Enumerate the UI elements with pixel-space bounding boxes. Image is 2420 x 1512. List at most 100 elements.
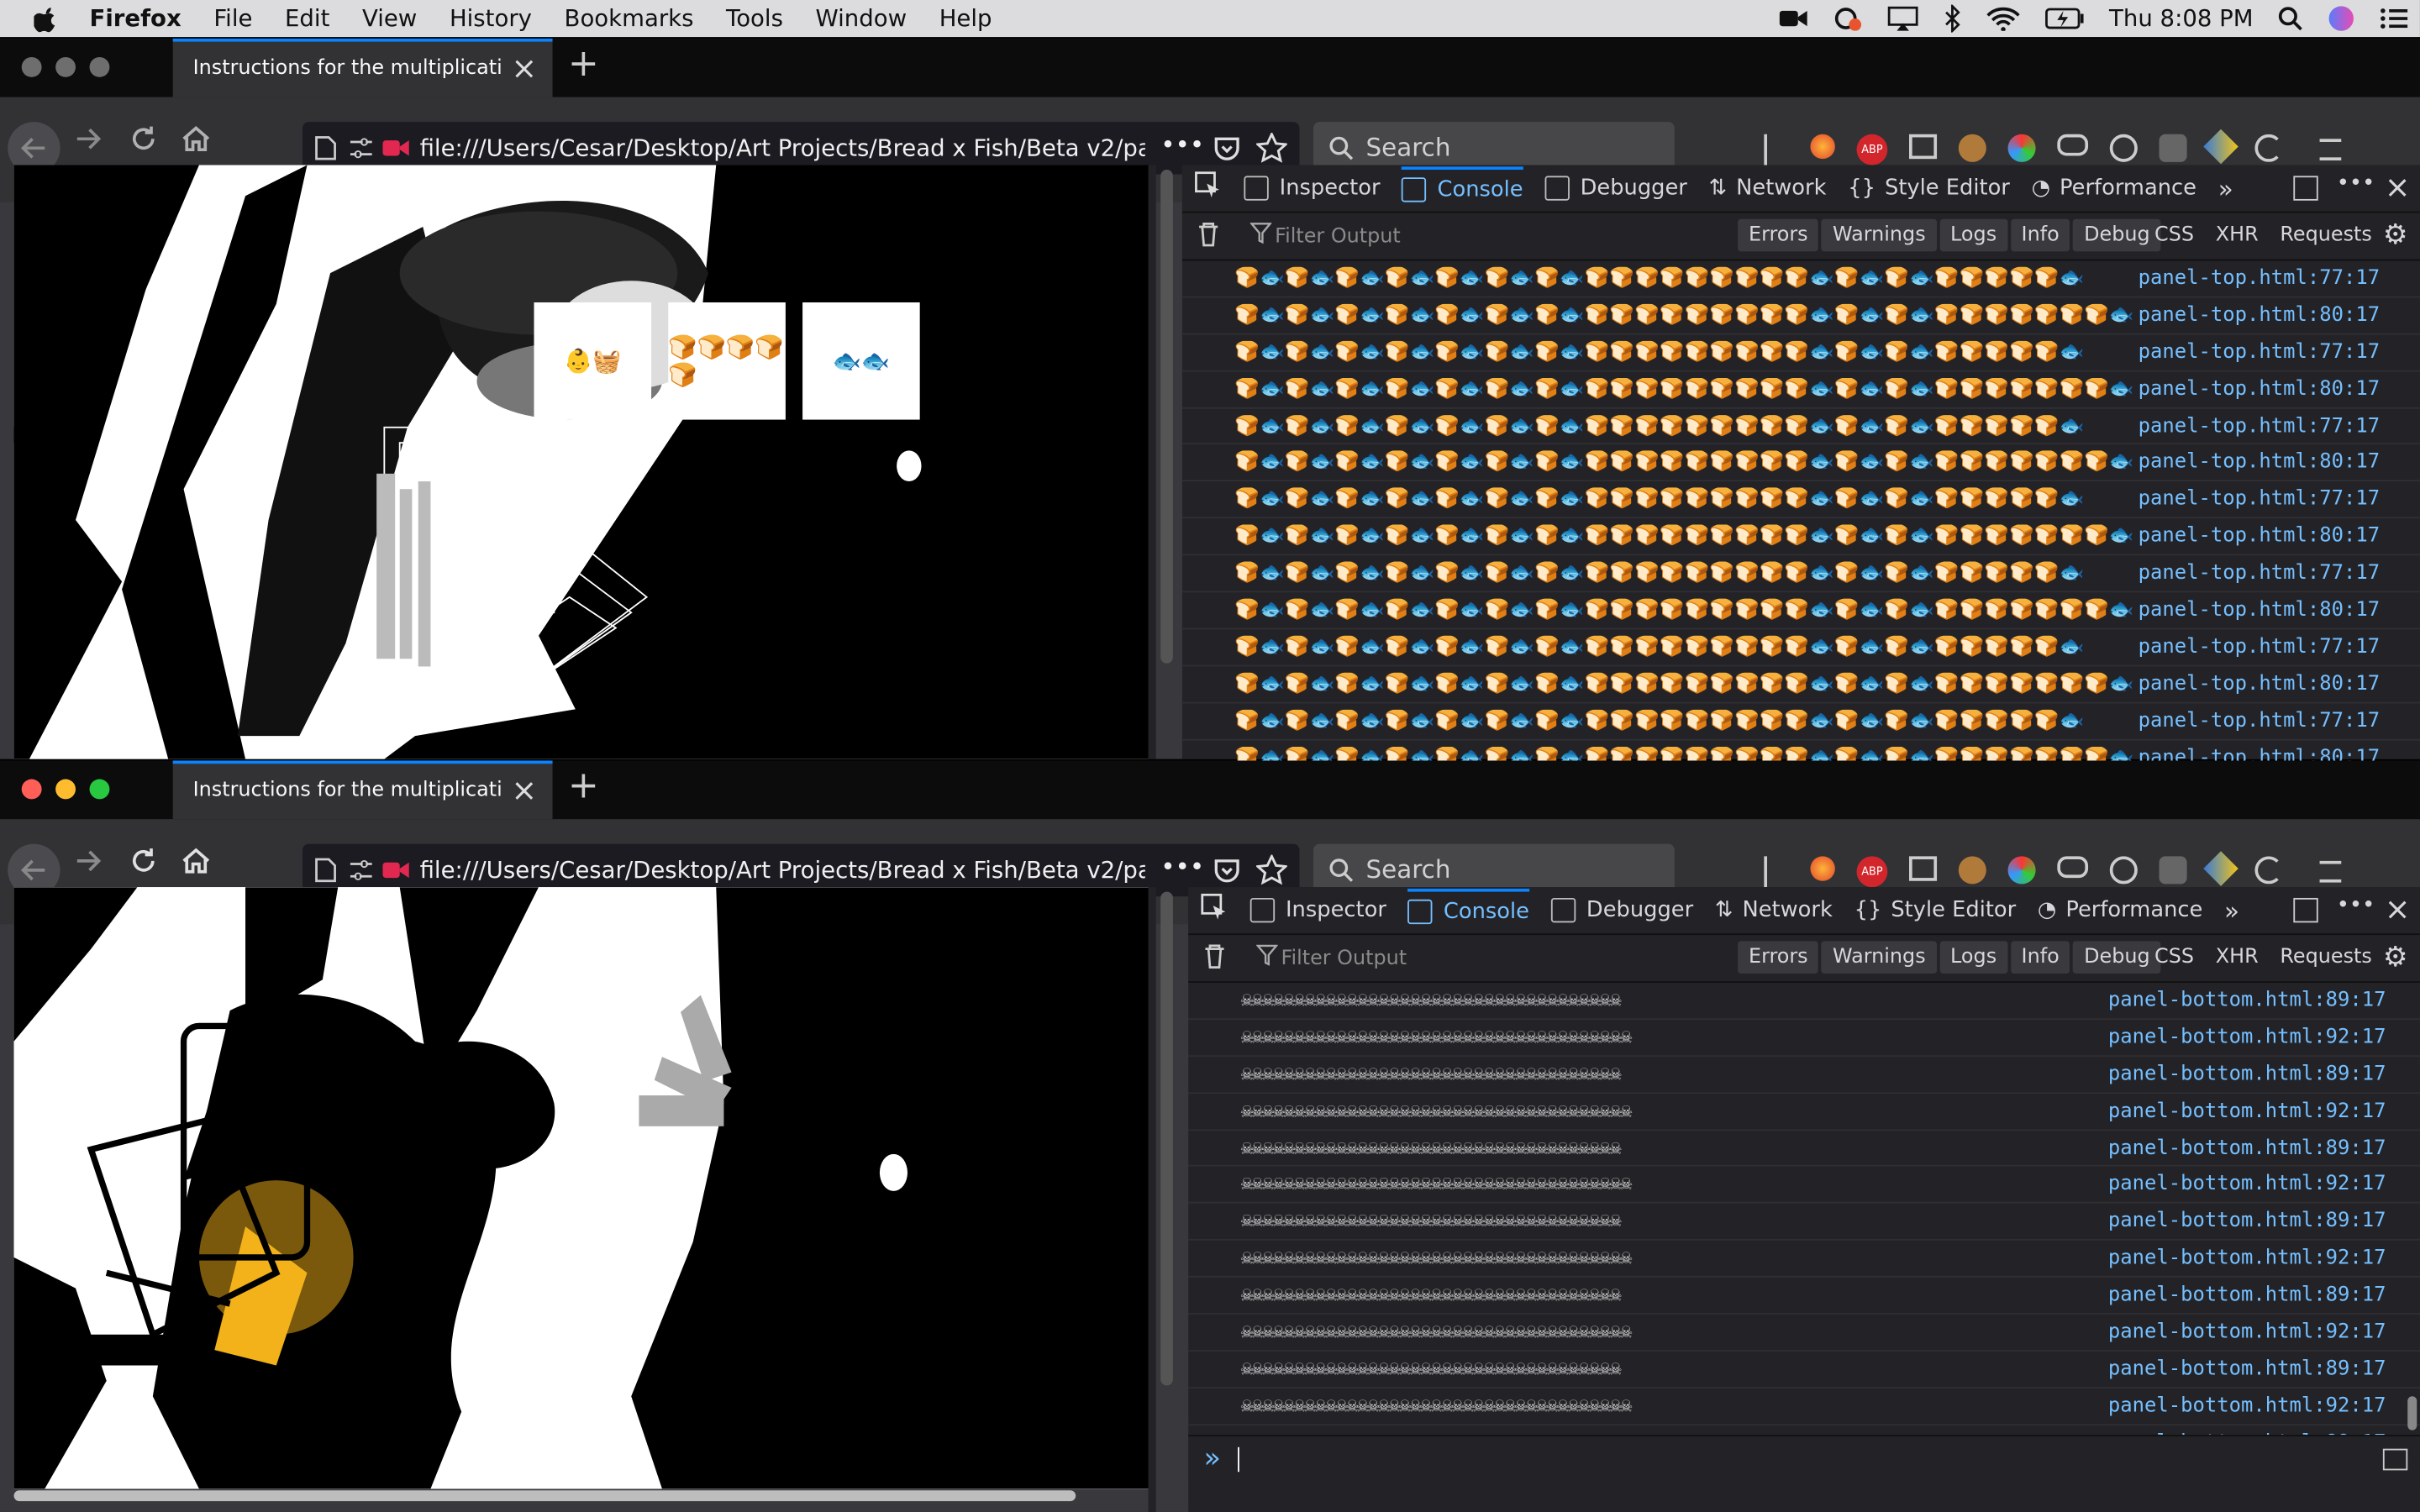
filter-output-input[interactable]: Filter Output	[1281, 948, 1407, 971]
adblock-plus-icon[interactable]: ABP	[1856, 856, 1888, 888]
menu-history[interactable]: History	[450, 5, 532, 33]
source-link[interactable]: panel-top.html:80:17	[2139, 451, 2381, 475]
source-link[interactable]: panel-bottom.html:92:17	[2108, 1026, 2386, 1049]
filter-debug[interactable]: Debug	[2073, 941, 2161, 974]
maximize-window-button[interactable]	[89, 56, 110, 77]
source-link[interactable]: panel-top.html:77:17	[2139, 636, 2381, 659]
camera-sharing-icon[interactable]	[382, 139, 411, 157]
tab-active[interactable]: Instructions for the multiplication of ×	[172, 38, 553, 97]
creative-cloud-icon[interactable]	[1831, 6, 1862, 31]
filter-xhr[interactable]: XHR	[2216, 223, 2259, 247]
pencil-extension-icon[interactable]	[2203, 851, 2238, 886]
devtools-splitter[interactable]	[1148, 887, 1156, 1512]
clear-console-icon[interactable]	[1197, 222, 1219, 253]
source-link[interactable]: panel-top.html:77:17	[2139, 709, 2381, 732]
bookmark-star-icon[interactable]	[1256, 132, 1287, 164]
apple-icon[interactable]	[34, 5, 58, 32]
wifi-icon[interactable]	[1986, 6, 2019, 31]
tab-network[interactable]: ⇅ Network	[1715, 898, 1833, 922]
menu-tools[interactable]: Tools	[726, 5, 783, 33]
close-tab-icon[interactable]: ×	[511, 771, 537, 808]
home-icon[interactable]	[181, 123, 212, 162]
glasses-extension-icon[interactable]	[2057, 134, 2089, 156]
tab-inspector[interactable]: Inspector	[1249, 897, 1386, 923]
home-icon[interactable]	[181, 846, 212, 885]
maximize-window-button[interactable]	[89, 779, 110, 800]
firefox-account-icon[interactable]	[1810, 134, 1835, 160]
tab-style-editor[interactable]: {} Style Editor	[1848, 176, 2010, 200]
close-devtools-icon[interactable]: ×	[2385, 890, 2411, 927]
dock-icon[interactable]	[2293, 176, 2318, 201]
console-settings-icon[interactable]: ⚙	[2383, 941, 2408, 974]
clock[interactable]: Thu 8:08 PM	[2109, 5, 2254, 33]
camera-sharing-icon[interactable]	[382, 861, 411, 879]
filter-logs[interactable]: Logs	[1939, 218, 2008, 252]
monkey-extension-icon[interactable]	[1958, 856, 1986, 885]
filter-warnings[interactable]: Warnings	[1822, 218, 1937, 252]
hamburger-menu-icon[interactable]	[2319, 860, 2342, 883]
siri-icon[interactable]	[2328, 5, 2355, 33]
bookmark-star-icon[interactable]	[1256, 854, 1287, 886]
battery-icon[interactable]	[2044, 8, 2085, 29]
tab-debugger[interactable]: Debugger	[1544, 176, 1687, 201]
hamburger-menu-icon[interactable]	[2319, 139, 2342, 161]
filter-debug[interactable]: Debug	[2073, 218, 2161, 252]
tab-style-editor[interactable]: {} Style Editor	[1854, 898, 2017, 922]
tab-console[interactable]: Console	[1407, 888, 1529, 932]
source-link[interactable]: panel-bottom.html:89:17	[2108, 1210, 2386, 1234]
console-scrollbar[interactable]	[2407, 1396, 2417, 1431]
menu-edit[interactable]: Edit	[285, 5, 329, 33]
close-window-button[interactable]	[21, 779, 42, 800]
devtools-menu-icon[interactable]: •••	[2337, 171, 2375, 196]
tab-performance[interactable]: ◔ Performance	[2038, 898, 2202, 922]
source-link[interactable]: panel-bottom.html:92:17	[2108, 1173, 2386, 1197]
source-link[interactable]: panel-bottom.html:92:17	[2108, 1247, 2386, 1270]
devtools-menu-icon[interactable]: •••	[2337, 893, 2375, 917]
forward-icon[interactable]	[74, 123, 105, 162]
source-link[interactable]: panel-bottom.html:92:17	[2108, 1320, 2386, 1344]
filter-errors[interactable]: Errors	[1738, 218, 1819, 252]
close-window-button[interactable]	[21, 56, 42, 77]
pencil-extension-icon[interactable]	[2203, 129, 2238, 165]
tab-performance[interactable]: ◔ Performance	[2032, 176, 2196, 200]
page-actions-icon[interactable]: •••	[1160, 852, 1204, 881]
pocket-icon[interactable]	[1213, 134, 1241, 162]
source-link[interactable]: panel-bottom.html:89:17	[2108, 1284, 2386, 1307]
filter-css[interactable]: CSS	[2154, 223, 2194, 247]
page-actions-icon[interactable]: •••	[1160, 129, 1204, 159]
menu-view[interactable]: View	[362, 5, 417, 33]
vpn-extension-icon[interactable]	[2109, 134, 2138, 162]
forward-icon[interactable]	[74, 846, 105, 885]
vpn-extension-icon[interactable]	[2109, 856, 2138, 885]
content-scrollbar[interactable]	[1160, 170, 1173, 664]
adblock-plus-icon[interactable]: ABP	[1856, 134, 1888, 165]
menu-help[interactable]: Help	[939, 5, 992, 33]
library-icon[interactable]	[1764, 134, 1788, 165]
reader-view-icon[interactable]	[1908, 856, 1938, 881]
more-tools-icon[interactable]: »	[2224, 895, 2239, 925]
source-link[interactable]: panel-top.html:77:17	[2139, 341, 2381, 365]
console-settings-icon[interactable]: ⚙	[2383, 219, 2408, 252]
k-extension-icon[interactable]	[2159, 134, 2187, 162]
close-devtools-icon[interactable]: ×	[2385, 168, 2411, 205]
permissions-icon[interactable]	[349, 136, 373, 160]
color-extension-icon[interactable]	[2007, 856, 2036, 885]
filter-warnings[interactable]: Warnings	[1822, 941, 1937, 974]
pocket-icon[interactable]	[1213, 856, 1241, 884]
source-link[interactable]: panel-bottom.html:92:17	[2108, 1100, 2386, 1123]
menu-firefox[interactable]: Firefox	[90, 5, 182, 33]
new-tab-icon[interactable]: +	[568, 42, 599, 85]
source-link[interactable]: panel-top.html:80:17	[2139, 304, 2381, 328]
monkey-extension-icon[interactable]	[1958, 134, 1986, 162]
bluetooth-icon[interactable]	[1943, 4, 1961, 33]
camera-icon[interactable]	[1778, 8, 1807, 29]
source-link[interactable]: panel-bottom.html:89:17	[2108, 1063, 2386, 1086]
k-extension-icon[interactable]	[2159, 856, 2187, 885]
filter-info[interactable]: Info	[2010, 941, 2070, 974]
tab-console[interactable]: Console	[1402, 166, 1523, 209]
close-tab-icon[interactable]: ×	[511, 50, 537, 87]
source-link[interactable]: panel-bottom.html:89:17	[2108, 989, 2386, 1012]
tab-debugger[interactable]: Debugger	[1550, 897, 1693, 923]
permissions-icon[interactable]	[349, 858, 373, 882]
filter-css[interactable]: CSS	[2154, 946, 2194, 969]
